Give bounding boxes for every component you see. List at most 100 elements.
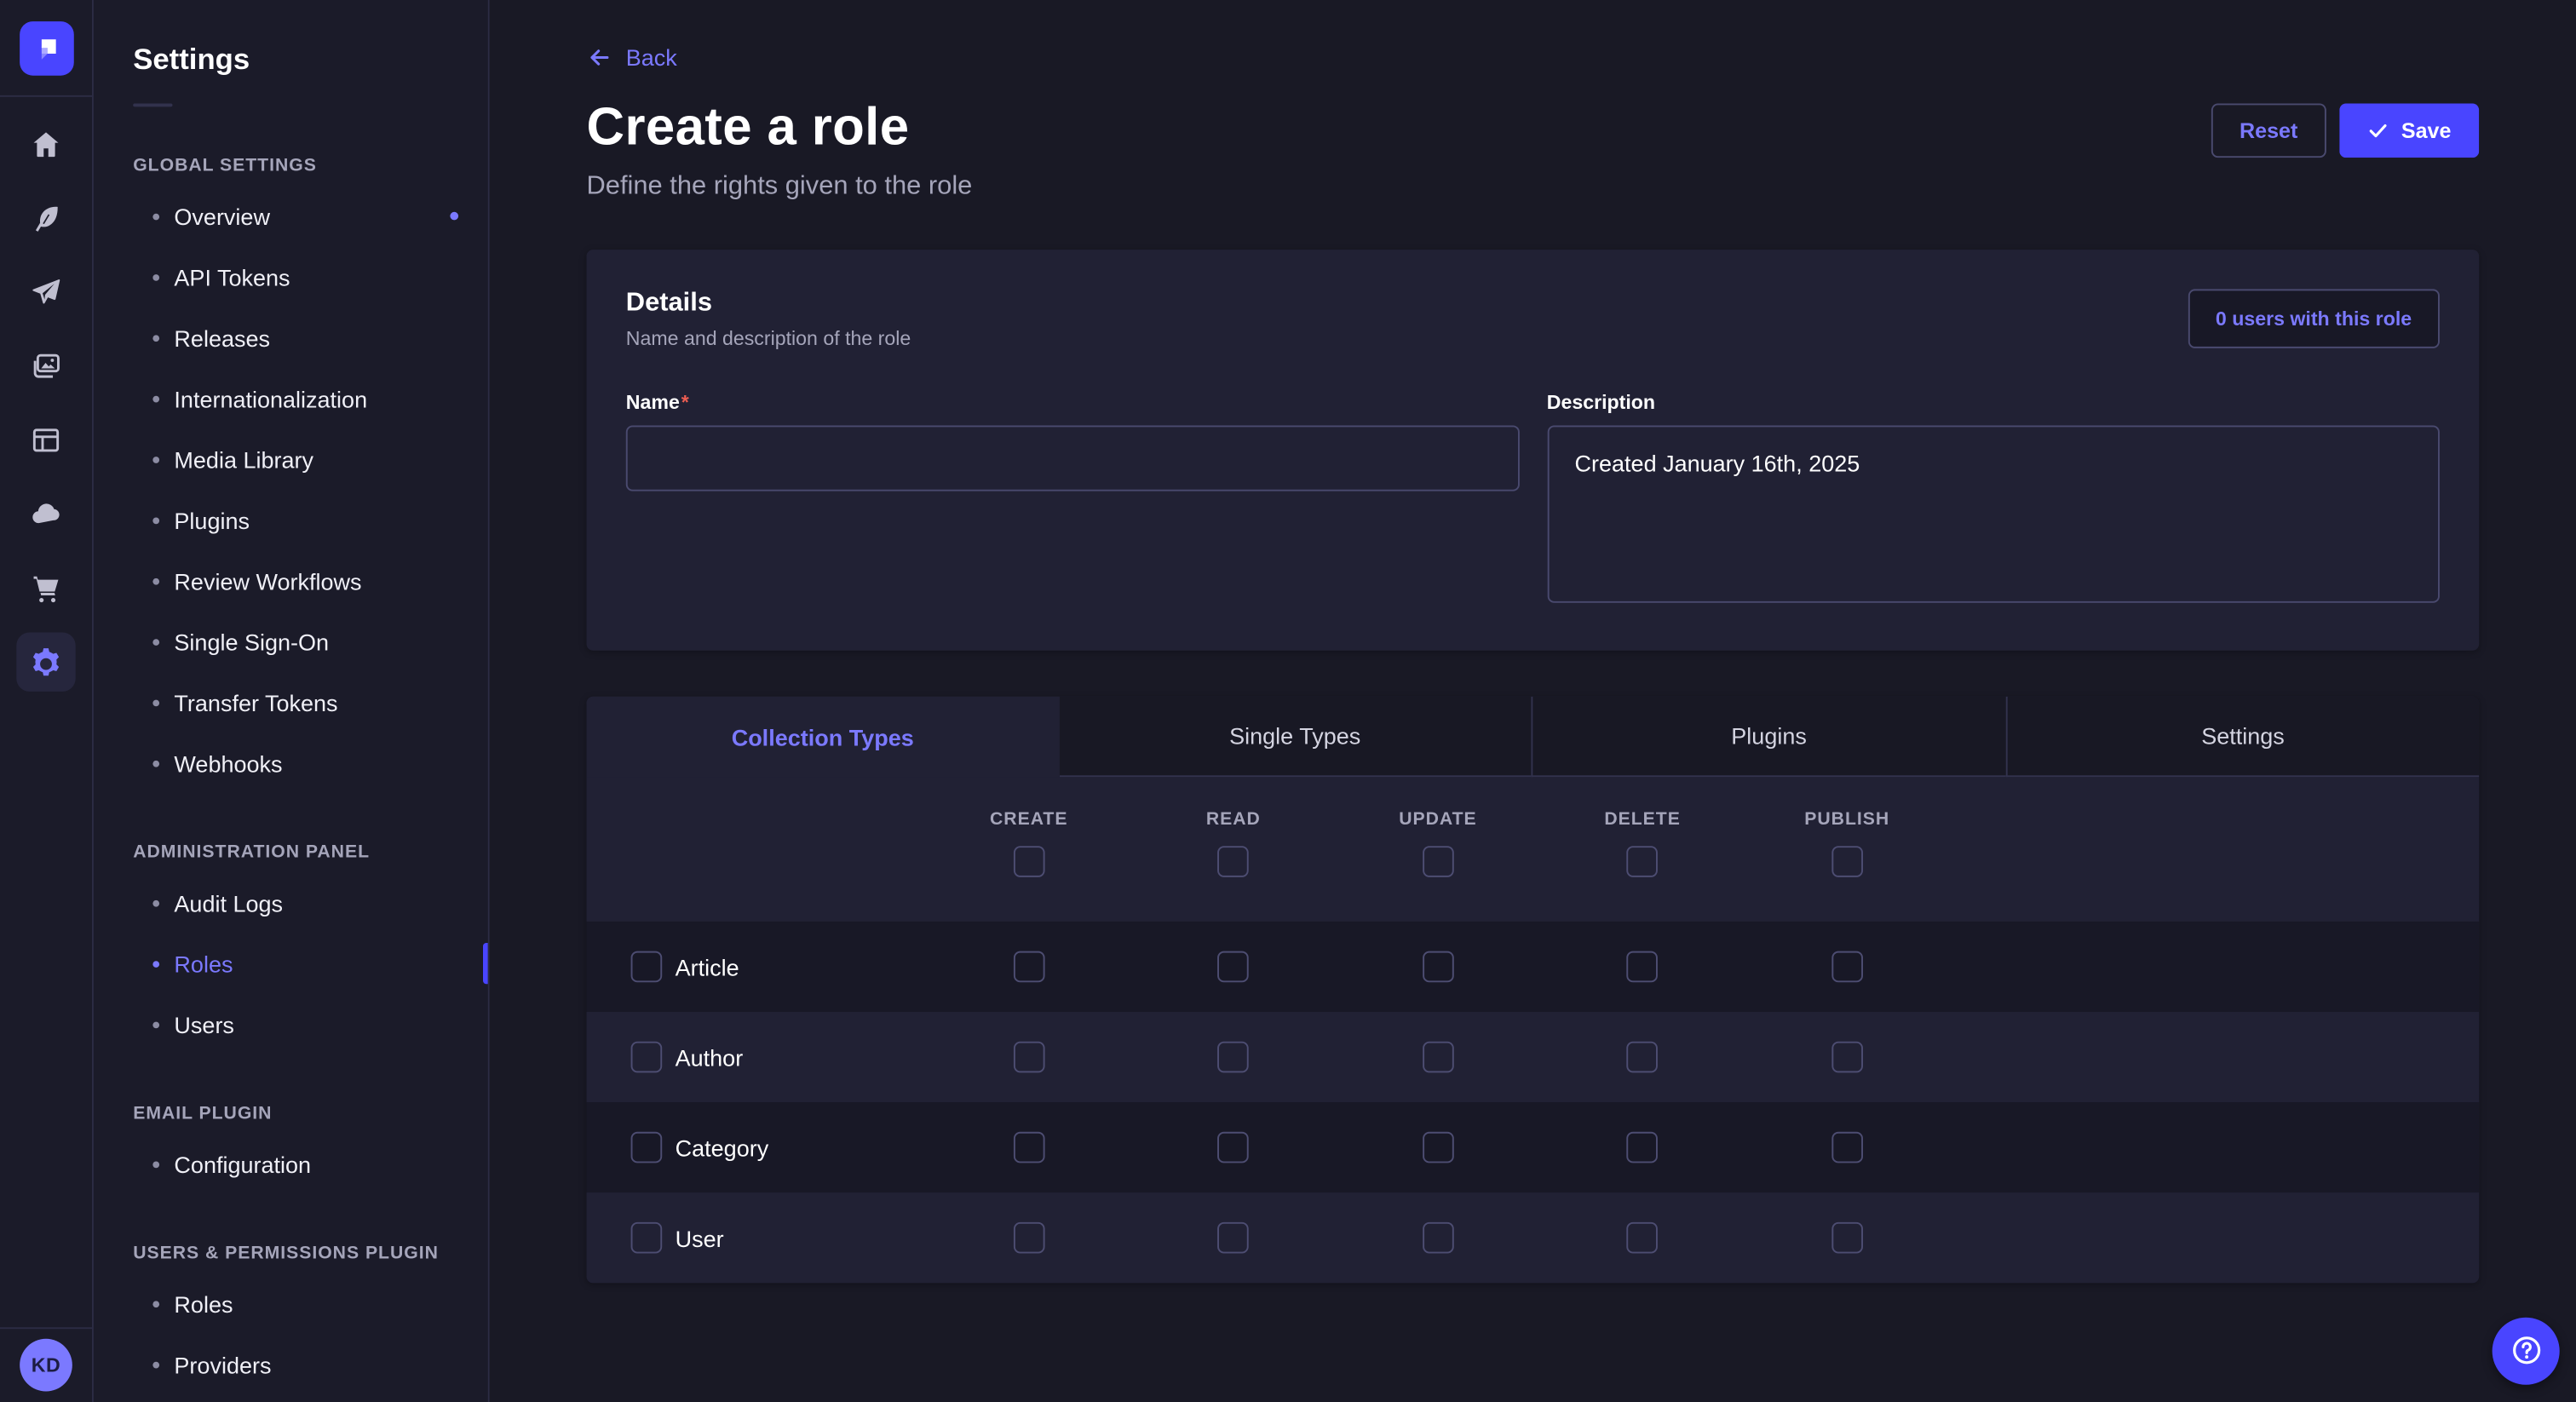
author-publish-checkbox[interactable] — [1831, 1042, 1863, 1073]
app-window: KD Settings GLOBAL SETTINGS Overview API T… — [0, 0, 2576, 1402]
sidebar-item-transfer-tokens[interactable]: Transfer Tokens — [94, 672, 488, 733]
header-actions: Reset Save — [2211, 103, 2479, 202]
sidebar-item-label: Users — [174, 1011, 234, 1037]
bullet-icon — [152, 1300, 159, 1307]
select-all-publish-checkbox[interactable] — [1831, 846, 1863, 877]
permissions-rows: ArticleAuthorCategoryUser — [586, 922, 2479, 1283]
page-header: Create a role Define the rights given to… — [586, 97, 2479, 202]
active-indicator — [483, 943, 488, 984]
select-all-update-checkbox[interactable] — [1423, 846, 1454, 877]
sidebar-item-releases[interactable]: Releases — [94, 307, 488, 368]
tab-settings[interactable]: Settings — [2005, 697, 2479, 777]
sidebar-item-label: Roles — [174, 1290, 233, 1317]
home-icon[interactable] — [16, 115, 75, 174]
sidebar-item-configuration[interactable]: Configuration — [94, 1134, 488, 1194]
user-publish-checkbox[interactable] — [1831, 1222, 1863, 1254]
category-delete-checkbox[interactable] — [1627, 1132, 1659, 1164]
sidebar-item-single-sign-on[interactable]: Single Sign-On — [94, 611, 488, 671]
permissions-card: Collection TypesSingle TypesPluginsSetti… — [586, 697, 2479, 1283]
bullet-icon — [152, 1361, 159, 1368]
bullet-icon — [152, 334, 159, 341]
user-avatar[interactable]: KD — [20, 1339, 72, 1392]
select-all-wrapper — [1745, 846, 1949, 877]
layout-icon[interactable] — [16, 411, 75, 469]
description-textarea[interactable]: Created January 16th, 2025 — [1547, 425, 2440, 602]
article-row-checkbox[interactable] — [631, 951, 663, 983]
permission-cell — [1131, 1132, 1336, 1164]
nav-section-header: ADMINISTRATION PANEL — [133, 842, 448, 862]
author-row-checkbox[interactable] — [631, 1042, 663, 1073]
nav-item-list: Configuration — [94, 1134, 488, 1194]
media-library-icon[interactable] — [16, 336, 75, 395]
author-create-checkbox[interactable] — [1013, 1042, 1044, 1073]
save-button[interactable]: Save — [2339, 103, 2480, 158]
strapi-logo-icon[interactable] — [19, 20, 73, 75]
details-card: Details Name and description of the role… — [586, 250, 2479, 651]
paper-plane-icon[interactable] — [16, 263, 75, 322]
permission-cell — [927, 1132, 1131, 1164]
sidebar-item-users[interactable]: Users — [94, 994, 488, 1054]
cloud-icon[interactable] — [16, 485, 75, 543]
user-create-checkbox[interactable] — [1013, 1222, 1044, 1254]
back-link[interactable]: Back — [586, 44, 676, 71]
author-read-checkbox[interactable] — [1218, 1042, 1250, 1073]
column-header-label: CREATE — [927, 810, 1131, 830]
reset-button[interactable]: Reset — [2211, 103, 2326, 158]
cart-icon[interactable] — [16, 559, 75, 618]
help-button[interactable] — [2493, 1317, 2560, 1384]
category-update-checkbox[interactable] — [1423, 1132, 1454, 1164]
user-delete-checkbox[interactable] — [1627, 1222, 1659, 1254]
arrow-left-icon — [586, 44, 612, 71]
sidebar-item-label: Media Library — [174, 446, 313, 473]
feather-icon[interactable] — [16, 189, 75, 248]
sidebar-item-providers[interactable]: Providers — [94, 1334, 488, 1394]
details-title: Details — [626, 289, 911, 319]
tab-single-types[interactable]: Single Types — [1059, 697, 1531, 777]
select-all-read-checkbox[interactable] — [1218, 846, 1250, 877]
article-update-checkbox[interactable] — [1423, 951, 1454, 983]
user-read-checkbox[interactable] — [1218, 1222, 1250, 1254]
article-read-checkbox[interactable] — [1218, 951, 1250, 983]
category-read-checkbox[interactable] — [1218, 1132, 1250, 1164]
select-all-create-checkbox[interactable] — [1013, 846, 1044, 877]
author-update-checkbox[interactable] — [1423, 1042, 1454, 1073]
sidebar-item-roles[interactable]: Roles — [94, 933, 488, 993]
sidebar-item-internationalization[interactable]: Internationalization — [94, 368, 488, 428]
name-input[interactable] — [626, 425, 1519, 491]
sidebar-item-review-workflows[interactable]: Review Workflows — [94, 550, 488, 611]
user-row-checkbox[interactable] — [631, 1222, 663, 1254]
permission-cell — [1745, 1132, 1949, 1164]
category-row-checkbox[interactable] — [631, 1132, 663, 1164]
tab-collection-types[interactable]: Collection Types — [586, 697, 1058, 777]
article-publish-checkbox[interactable] — [1831, 951, 1863, 983]
sidebar-item-roles[interactable]: Roles — [94, 1273, 488, 1334]
nav-section-header: EMAIL PLUGIN — [133, 1104, 448, 1123]
sidebar-item-media-library[interactable]: Media Library — [94, 428, 488, 489]
category-create-checkbox[interactable] — [1013, 1132, 1044, 1164]
main-content: Back Create a role Define the rights giv… — [490, 0, 2576, 1402]
row-label: Article — [676, 954, 739, 980]
article-create-checkbox[interactable] — [1013, 951, 1044, 983]
sidebar-item-label: API Tokens — [174, 264, 290, 290]
users-with-role-button[interactable]: 0 users with this role — [2188, 289, 2440, 348]
category-publish-checkbox[interactable] — [1831, 1132, 1863, 1164]
select-all-delete-checkbox[interactable] — [1627, 846, 1659, 877]
author-delete-checkbox[interactable] — [1627, 1042, 1659, 1073]
sidebar-item-label: Plugins — [174, 507, 250, 533]
permission-cell — [1336, 1222, 1540, 1254]
sidebar-item-overview[interactable]: Overview — [94, 186, 488, 246]
article-delete-checkbox[interactable] — [1627, 951, 1659, 983]
sidebar-item-audit-logs[interactable]: Audit Logs — [94, 872, 488, 933]
gear-icon[interactable] — [16, 632, 75, 691]
bullet-icon — [152, 899, 159, 906]
column-header-update: UPDATE — [1336, 810, 1540, 877]
row-label: User — [676, 1225, 724, 1251]
select-all-wrapper — [927, 846, 1131, 877]
sidebar-item-api-tokens[interactable]: API Tokens — [94, 246, 488, 307]
permission-cell — [1540, 1222, 1745, 1254]
user-update-checkbox[interactable] — [1423, 1222, 1454, 1254]
sidebar-item-plugins[interactable]: Plugins — [94, 490, 488, 550]
sidebar-item-webhooks[interactable]: Webhooks — [94, 733, 488, 793]
tab-plugins[interactable]: Plugins — [1531, 697, 2004, 777]
nav-section-header: GLOBAL SETTINGS — [133, 156, 448, 175]
